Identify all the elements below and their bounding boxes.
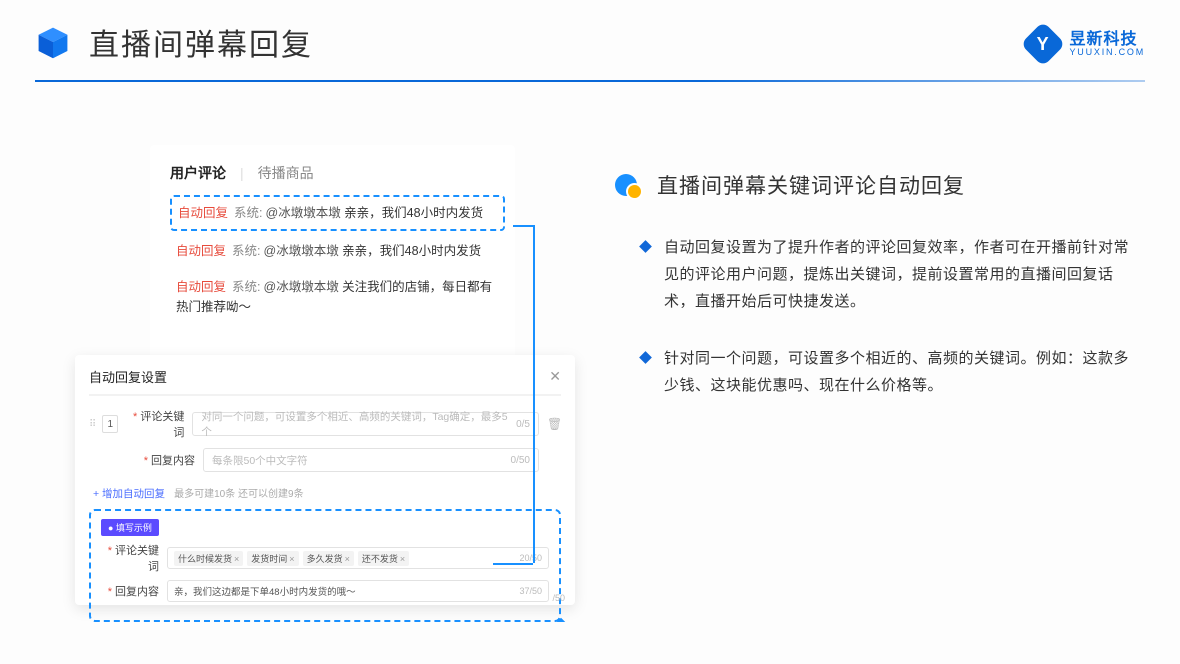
tab-pending-goods[interactable]: 待播商品 [258, 163, 314, 183]
keyword-input[interactable]: 对同一个问题，可设置多个相近、高频的关键词，Tag确定，最多5个0/5 [192, 412, 539, 436]
bullet-1: 自动回复设置为了提升作者的评论回复效率，作者可在开播前针对常见的评论用户问题，提… [615, 234, 1140, 315]
bullet-2: 针对同一个问题，可设置多个相近的、高频的关键词。例如：这款多少钱、这块能优惠吗、… [615, 345, 1140, 399]
bubble-icon [615, 174, 643, 196]
description-panel: 直播间弹幕关键词评论自动回复 自动回复设置为了提升作者的评论回复效率，作者可在开… [615, 170, 1140, 429]
screenshot-composite: 用户评论 | 待播商品 自动回复系统:@冰墩墩本墩 亲亲，我们48小时内发货 自… [75, 145, 575, 625]
section-title: 直播间弹幕关键词评论自动回复 [657, 170, 965, 200]
callout-arrow-icon [557, 618, 565, 626]
example-keyword-input[interactable]: 什么时候发货× 发货时间× 多久发货× 还不发货× 20/50 [167, 547, 549, 569]
limit-hint: 最多可建10条 还可以创建9条 [174, 489, 303, 500]
example-tag: ● 填写示例 [101, 519, 159, 536]
content-input[interactable]: 每条限50个中文字符0/50 [203, 448, 539, 472]
diamond-icon [639, 351, 652, 364]
connector-line [493, 563, 533, 565]
close-icon[interactable]: ✕ [549, 368, 561, 385]
rule-index: 1 [102, 415, 118, 433]
settings-card: 自动回复设置 ✕ ⠿ 1 *评论关键词 对同一个问题，可设置多个相近、高频的关键… [75, 355, 575, 605]
delete-icon[interactable]: 🗑 [547, 417, 561, 431]
brand-mark: Y [1021, 21, 1066, 66]
comments-card: 用户评论 | 待播商品 自动回复系统:@冰墩墩本墩 亲亲，我们48小时内发货 自… [150, 145, 515, 370]
add-rule-link[interactable]: + 增加自动回复 [93, 486, 165, 501]
tab-user-comments[interactable]: 用户评论 [170, 163, 226, 183]
example-box: ● 填写示例 *评论关键词 什么时候发货× 发货时间× 多久发货× 还不发货× … [89, 509, 561, 622]
page-title: 直播间弹幕回复 [89, 20, 313, 64]
keyword-label: *评论关键词 [126, 408, 184, 440]
drag-icon[interactable]: ⠿ [89, 419, 94, 430]
brand-cn: 昱新科技 [1069, 32, 1145, 48]
slide-header: 直播间弹幕回复 Y 昱新科技 YUUXIN.COM [35, 20, 1145, 64]
settings-title: 自动回复设置 [89, 367, 167, 386]
example-content-input[interactable]: 亲，我们这边都是下单48小时内发货的哦～ 37/50 [167, 580, 549, 602]
comment-row: 自动回复系统:@冰墩墩本墩 关注我们的店铺，每日都有热门推荐呦～ [170, 269, 505, 325]
cube-icon [35, 24, 71, 60]
content-label: *回复内容 [137, 452, 195, 468]
header-rule [35, 80, 1145, 82]
connector-line [513, 225, 533, 227]
brand-en: YUUXIN.COM [1069, 48, 1145, 57]
brand-logo: Y 昱新科技 YUUXIN.COM [1027, 28, 1145, 60]
outer-count: /50 [552, 593, 565, 603]
diamond-icon [639, 240, 652, 253]
connector-line [533, 225, 535, 563]
comment-row-highlighted: 自动回复系统:@冰墩墩本墩 亲亲，我们48小时内发货 [170, 195, 505, 231]
comment-row: 自动回复系统:@冰墩墩本墩 亲亲，我们48小时内发货 [170, 233, 505, 269]
